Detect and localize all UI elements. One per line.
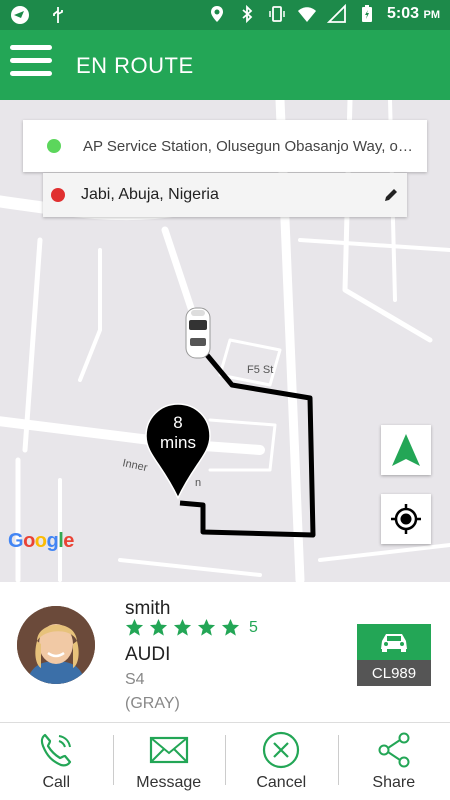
driver-name: smith xyxy=(125,598,171,619)
navigation-arrow-icon xyxy=(392,434,420,466)
dropoff-location-card[interactable]: Jabi, Abuja, Nigeria xyxy=(43,173,407,217)
hamburger-menu-icon[interactable] xyxy=(10,45,52,81)
call-button[interactable]: Call xyxy=(0,723,113,800)
bluetooth-icon xyxy=(242,4,253,24)
cancel-circle-icon xyxy=(263,731,300,769)
message-button[interactable]: Message xyxy=(112,723,226,800)
status-bar: 5:03 PM xyxy=(0,0,450,30)
driver-rating: 5 xyxy=(125,618,258,637)
share-button[interactable]: Share xyxy=(337,723,450,800)
pickup-address: AP Service Station, Olusegun Obasanjo Wa… xyxy=(83,137,413,155)
car-make: AUDI xyxy=(125,644,171,665)
star-icon xyxy=(125,618,144,636)
wifi-icon xyxy=(298,7,317,22)
car-color: (GRAY) xyxy=(125,695,180,712)
star-icon xyxy=(221,618,240,636)
star-icon xyxy=(197,618,216,636)
plate-number: CL989 xyxy=(357,660,431,686)
phone-icon xyxy=(41,733,72,767)
share-icon xyxy=(378,732,410,768)
plate-badge: CL989 xyxy=(357,624,431,686)
pickup-location-card[interactable]: AP Service Station, Olusegun Obasanjo Wa… xyxy=(23,120,427,172)
my-location-button[interactable] xyxy=(381,494,431,544)
status-time: 5:03 PM xyxy=(387,5,440,22)
star-icon xyxy=(173,618,192,636)
street-label-f5: F5 St xyxy=(247,364,273,376)
app-icon xyxy=(11,6,29,24)
car-marker-icon xyxy=(185,307,211,359)
cancel-label: Cancel xyxy=(256,774,307,791)
vibrate-icon xyxy=(269,6,285,22)
eta-value: 8 xyxy=(173,413,183,432)
envelope-icon xyxy=(149,736,188,764)
eta-label: 8 mins xyxy=(144,413,212,453)
page-title: EN ROUTE xyxy=(76,53,194,78)
dropoff-address: Jabi, Abuja, Nigeria xyxy=(81,186,219,203)
app-bar: EN ROUTE xyxy=(0,30,450,100)
car-model: S4 xyxy=(125,671,145,688)
driver-avatar xyxy=(17,606,95,684)
google-logo: Google xyxy=(8,530,74,552)
usb-icon xyxy=(53,7,63,23)
pickup-dot-icon xyxy=(47,139,61,153)
location-icon xyxy=(211,6,224,22)
driver-panel: smith 5 AUDI S4 (GRAY) CL989 xyxy=(0,582,450,722)
crosshair-icon xyxy=(391,504,421,534)
navigation-button[interactable] xyxy=(381,425,431,475)
message-label: Message xyxy=(136,774,202,791)
star-icon xyxy=(149,618,168,636)
share-label: Share xyxy=(372,774,416,791)
dropoff-dot-icon xyxy=(51,188,65,202)
car-icon xyxy=(381,634,407,652)
rating-value: 5 xyxy=(249,618,258,636)
cancel-button[interactable]: Cancel xyxy=(225,723,338,800)
eta-unit: mins xyxy=(160,433,196,452)
edit-pencil-icon[interactable] xyxy=(383,187,399,203)
battery-icon xyxy=(362,5,373,22)
call-label: Call xyxy=(42,774,71,791)
signal-icon xyxy=(327,4,346,23)
action-bar: Call Message Cancel Share xyxy=(0,723,450,800)
